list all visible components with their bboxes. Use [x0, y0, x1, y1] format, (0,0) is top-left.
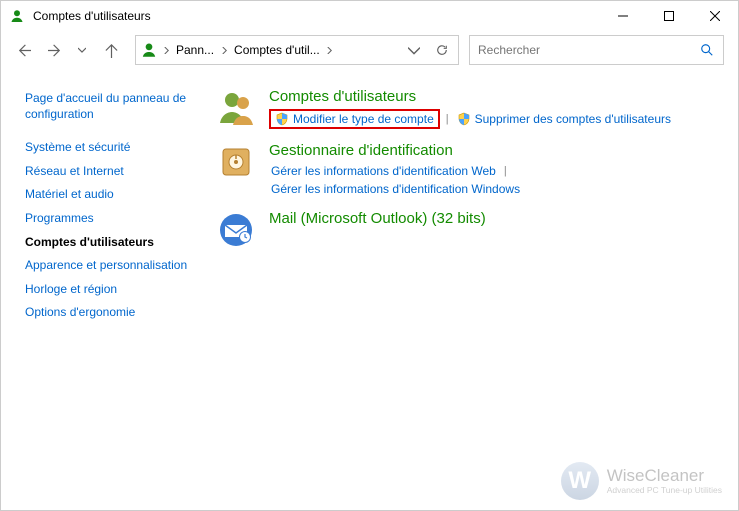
sidebar-item[interactable]: Options d'ergonomie [25, 301, 205, 325]
address-icon [140, 41, 158, 59]
refresh-button[interactable] [428, 44, 456, 56]
task-link[interactable]: Gérer les informations d'identification … [269, 163, 498, 179]
watermark-subtitle: Advanced PC Tune-up Utilities [607, 485, 722, 495]
search-input[interactable] [470, 36, 723, 64]
shield-icon [275, 112, 289, 126]
task-link[interactable]: Supprimer des comptes d'utilisateurs [455, 111, 673, 127]
sidebar-list: Système et sécuritéRéseau et InternetMat… [25, 136, 205, 325]
sidebar-item[interactable]: Horloge et région [25, 278, 205, 302]
task-separator: | [440, 113, 455, 125]
title-bar: Comptes d'utilisateurs [1, 1, 738, 31]
task-link[interactable]: Modifier le type de compte [269, 109, 440, 129]
task-label: Supprimer des comptes d'utilisateurs [475, 112, 671, 126]
category-row: Comptes d'utilisateurs Modifier le type d… [215, 87, 722, 129]
main-content: Comptes d'utilisateurs Modifier le type d… [211, 87, 738, 510]
window-title: Comptes d'utilisateurs [33, 9, 600, 23]
chevron-right-icon[interactable] [324, 47, 336, 54]
nav-bar: Pann... Comptes d'util... [1, 31, 738, 69]
sidebar-home[interactable]: Page d'accueil du panneau de configurati… [25, 87, 205, 126]
chevron-right-icon[interactable] [218, 47, 230, 54]
user-accounts-icon [9, 8, 25, 24]
task-separator: | [498, 165, 513, 177]
address-bar[interactable]: Pann... Comptes d'util... [135, 35, 459, 65]
breadcrumb-item[interactable]: Pann... [174, 36, 216, 64]
sidebar-item[interactable]: Comptes d'utilisateurs [25, 231, 205, 255]
task-label: Gérer les informations d'identification … [271, 182, 520, 196]
sidebar-item[interactable]: Apparence et personnalisation [25, 254, 205, 278]
breadcrumb-text: Comptes d'util... [234, 43, 320, 57]
up-button[interactable] [97, 36, 125, 64]
search-box[interactable] [469, 35, 724, 65]
sidebar-item[interactable]: Matériel et audio [25, 183, 205, 207]
category-row: Gestionnaire d'identification Gérer les i… [215, 141, 722, 197]
sidebar: Page d'accueil du panneau de configurati… [1, 87, 211, 510]
category-icon [215, 209, 257, 251]
task-link[interactable]: Gérer les informations d'identification … [269, 181, 522, 197]
breadcrumb-item[interactable]: Comptes d'util... [232, 36, 322, 64]
category-title[interactable]: Comptes d'utilisateurs [269, 87, 722, 107]
watermark: W WiseCleaner Advanced PC Tune-up Utilit… [561, 462, 722, 500]
back-button[interactable] [9, 36, 37, 64]
sidebar-item[interactable]: Programmes [25, 207, 205, 231]
chevron-right-icon[interactable] [160, 47, 172, 54]
shield-icon [457, 112, 471, 126]
category-title[interactable]: Mail (Microsoft Outlook) (32 bits) [269, 209, 722, 229]
forward-button[interactable] [41, 36, 69, 64]
sidebar-item[interactable]: Système et sécurité [25, 136, 205, 160]
task-label: Modifier le type de compte [293, 112, 434, 126]
category-icon [215, 87, 257, 129]
category-title[interactable]: Gestionnaire d'identification [269, 141, 722, 161]
minimize-button[interactable] [600, 1, 646, 31]
maximize-button[interactable] [646, 1, 692, 31]
category-row: Mail (Microsoft Outlook) (32 bits) [215, 209, 722, 251]
task-label: Gérer les informations d'identification … [271, 164, 496, 178]
category-icon [215, 141, 257, 183]
breadcrumb-text: Pann... [176, 43, 214, 57]
close-button[interactable] [692, 1, 738, 31]
address-dropdown[interactable] [400, 44, 428, 56]
history-dropdown[interactable] [73, 36, 91, 64]
watermark-logo: W [561, 462, 599, 500]
sidebar-item[interactable]: Réseau et Internet [25, 160, 205, 184]
watermark-title: WiseCleaner [607, 467, 722, 485]
search-icon[interactable] [693, 36, 721, 64]
